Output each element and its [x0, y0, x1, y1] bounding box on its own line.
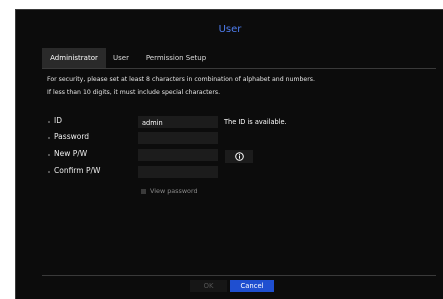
bullet-dot: [48, 154, 50, 156]
ok-button[interactable]: OK: [190, 280, 227, 292]
password-field[interactable]: [138, 132, 218, 144]
bullet-dot: [48, 137, 50, 139]
password-info-button[interactable]: [225, 150, 253, 163]
id-label: ID: [54, 116, 62, 125]
confirm-password-field[interactable]: [138, 166, 218, 178]
security-notice-line2: If less than 10 digits, it must include …: [47, 89, 221, 96]
id-status-text: The ID is available.: [224, 118, 287, 126]
new-password-label: New P/W: [54, 149, 88, 158]
view-password-checkbox[interactable]: [141, 189, 146, 194]
id-value: admin: [142, 119, 163, 127]
tab-user[interactable]: User: [106, 48, 136, 68]
confirm-password-label: Confirm P/W: [54, 166, 101, 175]
tab-administrator[interactable]: Administrator: [42, 48, 106, 68]
user-dialog: User Administrator User Permission Setup…: [15, 9, 443, 299]
view-password-label: View password: [150, 187, 198, 195]
new-password-field[interactable]: [138, 149, 218, 161]
footer-divider: [42, 275, 436, 276]
tab-bar: Administrator User Permission Setup: [42, 48, 436, 69]
security-notice-line1: For security, please set at least 8 char…: [47, 76, 315, 83]
dialog-title: User: [218, 24, 242, 35]
cancel-button[interactable]: Cancel: [230, 280, 274, 292]
bullet-dot: [48, 171, 50, 173]
bullet-dot: [48, 121, 50, 123]
info-icon: [234, 152, 244, 161]
password-label: Password: [54, 132, 90, 141]
tab-permission-setup[interactable]: Permission Setup: [136, 48, 216, 68]
